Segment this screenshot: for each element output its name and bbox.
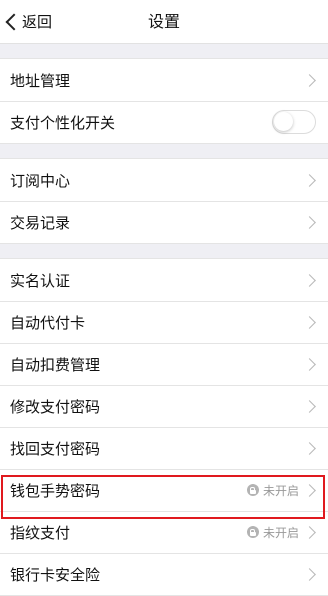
chevron-right-icon: [303, 399, 316, 413]
toggle-knob: [274, 112, 293, 131]
chevron-right-icon: [303, 525, 316, 539]
chevron-right-icon: [303, 483, 316, 497]
lock-icon: [246, 484, 259, 496]
chevron-right-icon: [303, 315, 316, 329]
row-label: 自动代付卡: [10, 313, 86, 332]
row-label: 银行卡安全险: [10, 565, 101, 584]
row-label: 实名认证: [10, 271, 71, 290]
row-wallet-gesture-password[interactable]: 钱包手势密码 未开启: [0, 468, 328, 511]
row-change-payment-password[interactable]: 修改支付密码: [0, 384, 328, 427]
section-gap: [0, 244, 328, 258]
row-fingerprint-payment[interactable]: 指纹支付 未开启: [0, 510, 328, 553]
chevron-right-icon: [303, 567, 316, 581]
row-payment-personalization: 支付个性化开关: [0, 100, 328, 143]
payment-personalization-toggle[interactable]: [272, 110, 316, 134]
chevron-right-icon: [303, 215, 316, 229]
row-label: 支付个性化开关: [10, 113, 116, 132]
row-label: 修改支付密码: [10, 397, 101, 416]
chevron-right-icon: [303, 441, 316, 455]
lock-icon: [246, 526, 259, 538]
row-address-management[interactable]: 地址管理: [0, 59, 328, 101]
chevron-right-icon: [303, 173, 316, 187]
settings-group-1: 地址管理 支付个性化开关: [0, 58, 328, 144]
status-badge: 未开启: [246, 524, 299, 541]
row-bank-card-insurance[interactable]: 银行卡安全险: [0, 552, 328, 595]
back-label: 返回: [22, 13, 53, 31]
row-real-name-verification[interactable]: 实名认证: [0, 259, 328, 301]
settings-group-3: 实名认证 自动代付卡 自动扣费管理 修改支付密码 找回支付密码 钱包手势密码 未…: [0, 258, 328, 596]
back-button[interactable]: 返回: [2, 0, 52, 43]
navbar: 返回 设置: [0, 0, 328, 44]
chevron-left-icon: [5, 13, 23, 30]
status-text: 未开启: [262, 525, 299, 540]
row-label: 钱包手势密码: [10, 481, 101, 500]
row-label: 找回支付密码: [10, 439, 101, 458]
status-text: 未开启: [262, 483, 299, 498]
row-label: 交易记录: [10, 213, 71, 232]
row-retrieve-payment-password[interactable]: 找回支付密码: [0, 426, 328, 469]
row-label: 地址管理: [10, 71, 71, 90]
row-auto-payment-card[interactable]: 自动代付卡: [0, 300, 328, 343]
row-label: 自动扣费管理: [10, 355, 101, 374]
settings-group-2: 订阅中心 交易记录: [0, 158, 328, 244]
row-auto-deduction-management[interactable]: 自动扣费管理: [0, 342, 328, 385]
section-gap: [0, 44, 328, 58]
row-transaction-records[interactable]: 交易记录: [0, 200, 328, 243]
section-gap: [0, 144, 328, 158]
chevron-right-icon: [303, 73, 316, 87]
chevron-right-icon: [303, 273, 316, 287]
row-label: 指纹支付: [10, 523, 71, 542]
row-subscription-center[interactable]: 订阅中心: [0, 159, 328, 201]
status-badge: 未开启: [246, 482, 299, 499]
row-label: 订阅中心: [10, 171, 71, 190]
chevron-right-icon: [303, 357, 316, 371]
